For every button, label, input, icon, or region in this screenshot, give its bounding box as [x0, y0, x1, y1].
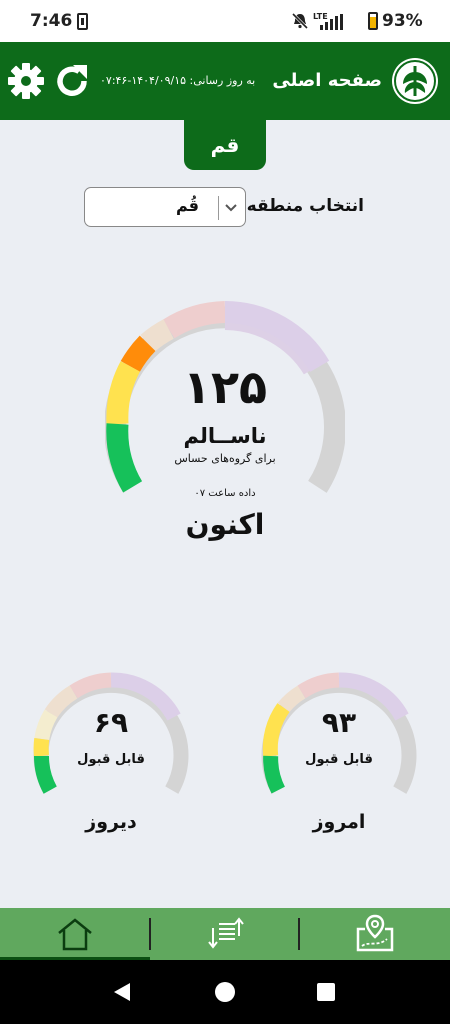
status-time: 7:46 — [30, 11, 73, 31]
last-updated-label: به روز رسانی: — [189, 74, 256, 87]
last-updated-value: ۱۴۰۴/۰۹/۱۵-۰۷:۴۶ — [100, 74, 187, 87]
system-nav-bar — [0, 960, 450, 1024]
nav-home[interactable] — [0, 908, 148, 960]
yesterday-aqi-status: قابل قبول — [77, 752, 145, 767]
city-tab[interactable]: قم — [184, 120, 266, 170]
phone-icon — [77, 13, 88, 30]
home-circle-icon[interactable] — [213, 980, 237, 1004]
yesterday-gauge-title: دیروز — [85, 811, 137, 833]
page-title: صفحه اصلی — [272, 70, 382, 91]
org-logo — [392, 58, 438, 104]
app-bar: به روز رسانی: ۱۴۰۴/۰۹/۱۵-۰۷:۴۶ صفحه اصلی — [0, 42, 450, 120]
current-aqi-value: ۱۲۵ — [182, 360, 268, 414]
gear-icon[interactable] — [7, 62, 45, 100]
region-label: انتخاب منطقه: — [239, 196, 364, 216]
back-icon[interactable] — [110, 980, 134, 1004]
region-dropdown[interactable]: قُم — [84, 187, 246, 227]
current-gauge-title: اکنون — [185, 508, 265, 541]
current-aqi-subtext: برای گروه‌های حساس — [174, 452, 276, 465]
data-time: داده ساعت ۰۷ — [194, 488, 256, 499]
today-aqi-status: قابل قبول — [305, 752, 373, 767]
mute-icon — [291, 12, 309, 30]
current-aqi-gauge: ۱۲۵ ناســالم برای گروه‌های حساس داده ساع… — [105, 300, 345, 550]
today-gauge-title: امروز — [312, 811, 366, 833]
yesterday-aqi-value: ۶۹ — [93, 706, 129, 739]
battery-icon — [368, 12, 378, 30]
home-icon — [58, 918, 92, 951]
battery-percent: 93% — [382, 11, 423, 31]
recents-icon[interactable] — [314, 980, 338, 1004]
bottom-nav — [0, 908, 450, 960]
map-icon — [356, 914, 394, 952]
status-bar: 7:46 LTE 93% — [0, 0, 450, 42]
dropdown-divider — [218, 196, 219, 220]
signal-icon — [320, 14, 343, 30]
current-aqi-status: ناســالم — [183, 424, 267, 448]
nav-map[interactable] — [300, 908, 448, 960]
region-selected: قُم — [175, 196, 199, 215]
today-aqi-gauge: ۹۳ قابل قبول امروز — [261, 668, 417, 843]
refresh-icon[interactable] — [53, 62, 91, 100]
sort-icon — [208, 917, 244, 949]
today-aqi-value: ۹۳ — [321, 706, 357, 739]
last-updated: به روز رسانی: ۱۴۰۴/۰۹/۱۵-۰۷:۴۶ — [100, 74, 255, 87]
gauge-band-light — [140, 319, 174, 352]
nav-sort[interactable] — [151, 908, 299, 960]
yesterday-aqi-gauge: ۶۹ قابل قبول دیروز — [33, 668, 189, 843]
chevron-down-icon — [225, 204, 237, 212]
